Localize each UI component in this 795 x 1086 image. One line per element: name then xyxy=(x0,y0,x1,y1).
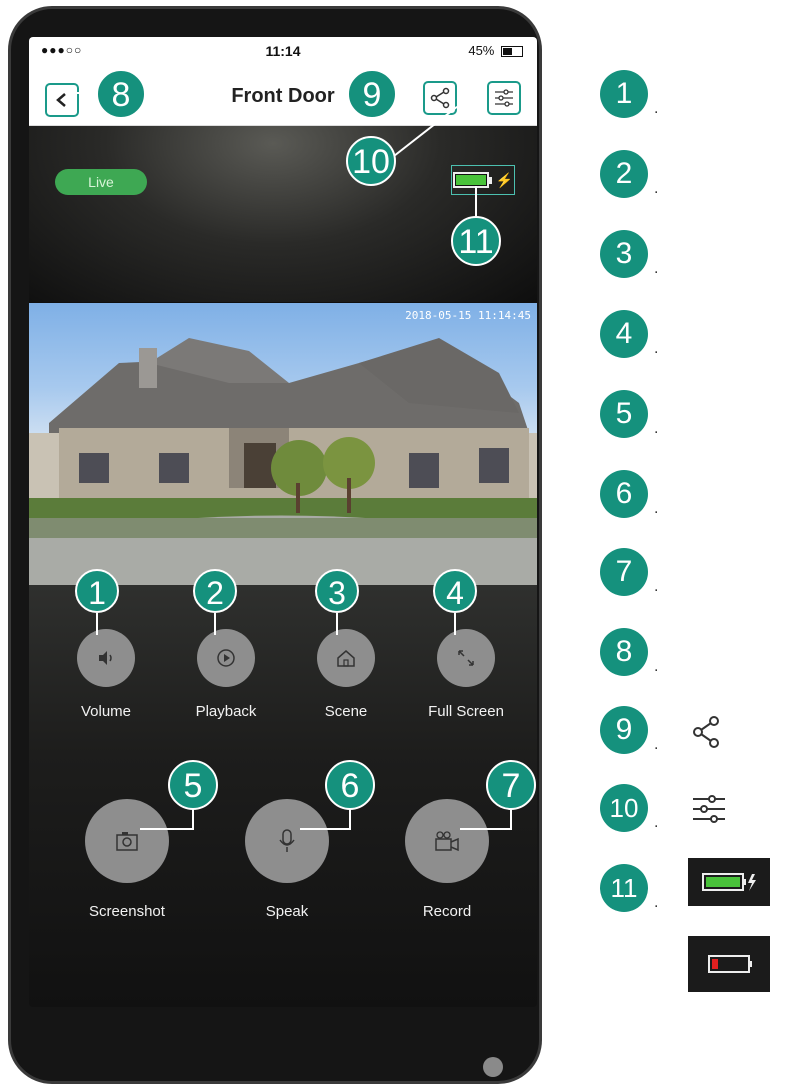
battery-charging-icon xyxy=(452,172,489,188)
volume-icon xyxy=(99,651,112,665)
live-video-feed[interactable]: 2018-05-15 11:14:45 xyxy=(29,303,537,585)
bolt-icon: ⚡ xyxy=(495,171,514,188)
legend-item: 10. xyxy=(600,784,790,832)
video-timestamp: 2018-05-15 11:14:45 xyxy=(405,309,531,322)
callout-badge-5: 5 xyxy=(168,760,218,810)
legend-item: 1. xyxy=(600,70,790,118)
legend-item: 8. xyxy=(600,628,790,676)
speak-button[interactable] xyxy=(245,799,329,883)
house-image xyxy=(29,338,537,585)
legend-item: 9. xyxy=(600,706,790,754)
app-screen: ●●●○○ 11:14 45% Front Door Live ⚡ 2018-0… xyxy=(29,37,537,1007)
legend-item: 7. xyxy=(600,548,790,596)
expand-icon xyxy=(458,650,474,666)
callout-badge-4: 4 xyxy=(433,569,477,613)
legend-item: 4. xyxy=(600,310,790,358)
status-right: 45% xyxy=(468,43,523,58)
callout-badge-1: 1 xyxy=(75,569,119,613)
settings-sliders-icon xyxy=(693,795,725,823)
status-bar: ●●●○○ 11:14 45% xyxy=(29,37,537,65)
scene-label: Scene xyxy=(324,703,368,720)
live-badge: Live xyxy=(55,169,147,195)
microphone-icon xyxy=(279,829,295,852)
video-camera-icon xyxy=(435,831,459,852)
phone-frame: ●●●○○ 11:14 45% Front Door Live ⚡ 2018-0… xyxy=(8,6,542,1084)
callout-badge-10: 10 xyxy=(346,136,396,186)
callout-badge-9: 9 xyxy=(347,69,397,119)
camera-battery-indicator: ⚡ xyxy=(451,165,515,195)
callout-badge-3: 3 xyxy=(315,569,359,613)
camera-icon xyxy=(116,832,138,851)
screenshot-button[interactable] xyxy=(85,799,169,883)
legend-item: 6. xyxy=(600,470,790,518)
full-screen-button[interactable] xyxy=(437,629,495,687)
share-icon xyxy=(693,716,719,748)
volume-button[interactable] xyxy=(77,629,135,687)
home-indicator[interactable] xyxy=(483,1057,503,1077)
play-icon xyxy=(217,649,235,667)
legend-item: 5. xyxy=(600,390,790,438)
playback-label: Playback xyxy=(195,703,257,720)
callout-badge-11: 11 xyxy=(451,216,501,266)
back-button[interactable] xyxy=(45,83,79,117)
callout-badge-8: 8 xyxy=(96,69,146,119)
battery-percent: 45% xyxy=(468,43,495,58)
speak-label: Speak xyxy=(265,903,309,920)
settings-sliders-icon xyxy=(495,89,513,107)
video-header-area xyxy=(29,126,537,302)
status-time: 11:14 xyxy=(265,43,301,59)
chevron-left-icon xyxy=(56,93,66,107)
full-screen-label: Full Screen xyxy=(428,703,504,720)
callout-badge-7: 7 xyxy=(486,760,536,810)
share-icon xyxy=(430,87,450,109)
settings-button[interactable] xyxy=(487,81,521,115)
legend-item: 2. xyxy=(600,150,790,198)
scene-button[interactable] xyxy=(317,629,375,687)
status-battery-icon xyxy=(501,46,523,58)
legend-item: 3. xyxy=(600,230,790,278)
callout-badge-2: 2 xyxy=(193,569,237,613)
home-icon xyxy=(337,650,355,667)
callout-badge-6: 6 xyxy=(325,760,375,810)
battery-low-icon xyxy=(688,936,770,992)
battery-charging-icon xyxy=(688,858,770,906)
record-label: Record xyxy=(422,903,472,920)
screenshot-label: Screenshot xyxy=(89,903,165,920)
playback-button[interactable] xyxy=(197,629,255,687)
volume-label: Volume xyxy=(80,703,132,720)
record-button[interactable] xyxy=(405,799,489,883)
